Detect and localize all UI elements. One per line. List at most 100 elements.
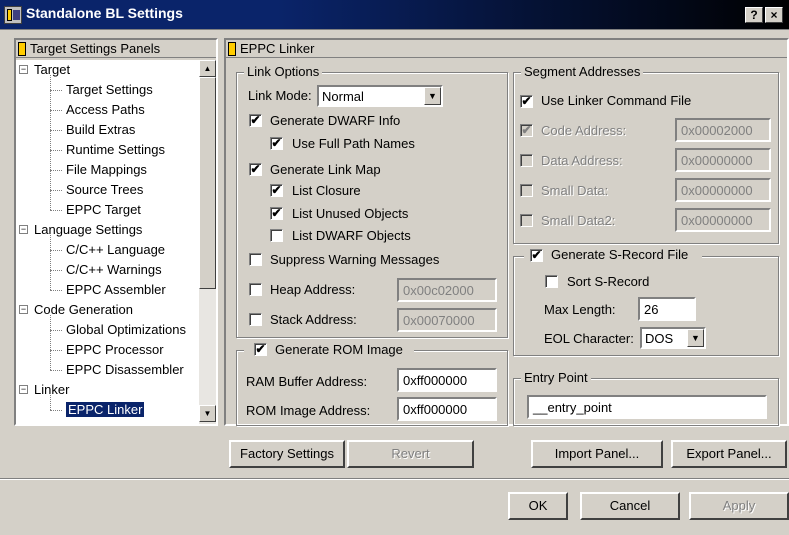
sort-srecord-checkbox[interactable] (545, 275, 558, 288)
small-data2-checkbox[interactable] (520, 214, 533, 227)
scroll-down-icon[interactable]: ▼ (199, 405, 216, 422)
gen-dwarf-checkbox[interactable]: ✔ (249, 114, 262, 127)
ram-buffer-label: RAM Buffer Address: (246, 374, 368, 389)
tree-connector (50, 210, 62, 211)
stack-address-field[interactable]: 0x00070000 (397, 308, 497, 332)
entry-point-field[interactable]: __entry_point (527, 395, 767, 419)
tree-item-label: C/C++ Language (66, 242, 166, 257)
tree-header-label: Target Settings Panels (30, 41, 161, 56)
rom-image-address-label: ROM Image Address: (246, 403, 371, 418)
tree-connector (50, 90, 62, 91)
rom-image-address-field[interactable]: 0xff000000 (397, 397, 497, 421)
window-title: Standalone BL Settings (26, 5, 183, 21)
link-mode-select[interactable]: Normal ▼ (317, 85, 443, 107)
panel-title: EPPC Linker (240, 41, 315, 56)
revert-button[interactable]: Revert (347, 440, 474, 468)
cancel-button[interactable]: Cancel (580, 492, 680, 520)
use-linker-cmd-checkbox[interactable]: ✔ (520, 95, 533, 108)
factory-settings-button[interactable]: Factory Settings (229, 440, 345, 468)
tree-item[interactable]: Runtime Settings (66, 140, 165, 160)
link-mode-label: Link Mode: (248, 88, 312, 103)
tree-group-item[interactable]: Linker (34, 380, 69, 400)
tree-connector (50, 170, 62, 171)
tree-item[interactable]: EPPC Disassembler (66, 360, 184, 380)
list-dwarf-label: List DWARF Objects (292, 228, 411, 243)
segment-addresses-label: Segment Addresses (521, 64, 644, 79)
full-path-checkbox[interactable]: ✔ (270, 137, 283, 150)
apply-button[interactable]: Apply (689, 492, 789, 520)
tree-item[interactable]: File Mappings (66, 160, 147, 180)
tree-item[interactable]: Source Trees (66, 180, 143, 200)
code-address-checkbox[interactable]: ✔ (520, 124, 533, 137)
chevron-down-icon[interactable]: ▼ (687, 329, 704, 347)
tree-item[interactable]: Build Extras (66, 120, 135, 140)
separator (0, 478, 789, 480)
eol-character-label: EOL Character: (544, 331, 634, 346)
settings-tree-panel: Target Settings Panels − Target Target Set… (14, 38, 218, 426)
tree-scrollbar[interactable]: ▲ ▼ (199, 60, 216, 424)
gen-srecord-label: Generate S-Record File (551, 247, 689, 262)
scroll-up-icon[interactable]: ▲ (199, 60, 216, 77)
panel-icon (18, 42, 26, 56)
export-panel-button[interactable]: Export Panel... (671, 440, 787, 468)
list-closure-checkbox[interactable]: ✔ (270, 184, 283, 197)
list-closure-label: List Closure (292, 183, 361, 198)
collapse-icon[interactable]: − (19, 385, 28, 394)
gen-link-map-checkbox[interactable]: ✔ (249, 163, 262, 176)
tree-item[interactable]: Global Optimizations (66, 320, 186, 340)
tree-connector (50, 330, 62, 331)
close-button[interactable]: × (765, 7, 783, 23)
small-data-field[interactable]: 0x00000000 (675, 178, 771, 202)
suppress-warnings-label: Suppress Warning Messages (270, 252, 440, 267)
tree-item[interactable]: C/C++ Language (66, 240, 165, 260)
tree-group-item[interactable]: Target (34, 60, 70, 80)
tree-item[interactable]: EPPC Target (66, 200, 141, 220)
data-address-field[interactable]: 0x00000000 (675, 148, 771, 172)
heap-address-checkbox[interactable] (249, 283, 262, 296)
code-address-field[interactable]: 0x00002000 (675, 118, 771, 142)
tree-item[interactable]: C/C++ Warnings (66, 260, 162, 280)
app-icon (4, 6, 22, 24)
heap-address-label: Heap Address: (270, 282, 356, 297)
collapse-icon[interactable]: − (19, 65, 28, 74)
gen-srecord-checkbox[interactable]: ✔ (530, 249, 543, 262)
tree-item-label: Build Extras (66, 122, 136, 137)
collapse-icon[interactable]: − (19, 225, 28, 234)
suppress-warnings-checkbox[interactable] (249, 253, 262, 266)
stack-address-checkbox[interactable] (249, 313, 262, 326)
tree-item-label: Runtime Settings (66, 142, 165, 157)
list-dwarf-checkbox[interactable] (270, 229, 283, 242)
scroll-thumb[interactable] (199, 77, 216, 289)
ok-button[interactable]: OK (508, 492, 568, 520)
small-data-checkbox[interactable] (520, 184, 533, 197)
tree-connector (50, 110, 62, 111)
tree-group-item[interactable]: Code Generation (34, 300, 133, 320)
tree-connector (50, 370, 62, 371)
tree-item[interactable]: EPPC Processor (66, 340, 164, 360)
list-unused-checkbox[interactable]: ✔ (270, 207, 283, 220)
collapse-icon[interactable]: − (19, 305, 28, 314)
title-bar[interactable]: Standalone BL Settings ? × (0, 0, 789, 30)
small-data2-field[interactable]: 0x00000000 (675, 208, 771, 232)
tree-item[interactable]: Access Paths (66, 100, 145, 120)
entry-point-label: Entry Point (521, 370, 591, 385)
tree-connector (50, 130, 62, 131)
tree-item[interactable]: EPPC Linker (66, 400, 145, 420)
rom-image-checkbox[interactable]: ✔ (254, 343, 267, 356)
tree-item-label: EPPC Disassembler (66, 362, 184, 377)
import-panel-button[interactable]: Import Panel... (531, 440, 663, 468)
heap-address-field[interactable]: 0x00c02000 (397, 278, 497, 302)
tree-item[interactable]: EPPC Assembler (66, 280, 166, 300)
chevron-down-icon[interactable]: ▼ (424, 87, 441, 105)
tree-view[interactable]: − Target Target Settings Access Paths Build … (16, 60, 200, 424)
eol-character-select[interactable]: DOS ▼ (640, 327, 706, 349)
ram-buffer-field[interactable]: 0xff000000 (397, 368, 497, 392)
max-length-field[interactable]: 26 (638, 297, 696, 321)
tree-item[interactable]: Target Settings (66, 80, 153, 100)
code-address-label: Code Address: (541, 123, 627, 138)
help-button[interactable]: ? (745, 7, 763, 23)
tree-connector (50, 150, 62, 151)
data-address-checkbox[interactable] (520, 154, 533, 167)
tree-item-label: Access Paths (66, 102, 145, 117)
tree-connector (50, 190, 62, 191)
